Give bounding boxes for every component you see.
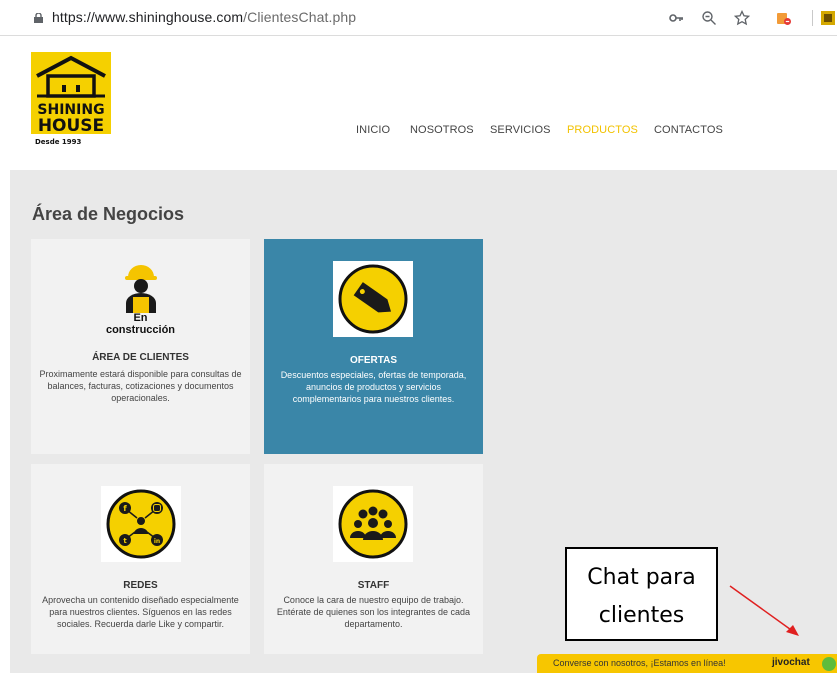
lock-icon bbox=[34, 13, 43, 23]
badge-line1: En bbox=[133, 312, 148, 324]
url-path: /ClientesChat.php bbox=[243, 9, 357, 25]
annotation-line1: Chat para bbox=[587, 565, 696, 590]
chat-brand: jivochat bbox=[772, 657, 810, 668]
toolbar-divider bbox=[812, 10, 813, 26]
key-icon[interactable] bbox=[668, 10, 684, 26]
page-title: Área de Negocios bbox=[32, 204, 185, 224]
url-host: https://www.shininghouse.com bbox=[52, 9, 244, 25]
card-text: Descuentos especiales, ofertas de tempor… bbox=[280, 370, 467, 404]
card-redes[interactable]: f t in REDES Aprovecha un contenido dise… bbox=[31, 464, 250, 654]
card-image bbox=[333, 261, 413, 337]
card-text: Proximamente estará disponible para cons… bbox=[39, 369, 242, 403]
card-ofertas[interactable]: OFERTAS Descuentos especiales, ofertas d… bbox=[264, 239, 483, 454]
nav-item-contactos[interactable]: CONTACTOS bbox=[654, 124, 723, 136]
team-icon bbox=[338, 489, 408, 559]
nav-item-inicio[interactable]: INICIO bbox=[356, 124, 390, 136]
svg-text:f: f bbox=[123, 504, 127, 513]
star-icon[interactable] bbox=[734, 10, 750, 26]
nav-item-servicios[interactable]: SERVICIOS bbox=[490, 124, 551, 136]
card-area-clientes[interactable]: En construcción ÁREA DE CLIENTES Proxima… bbox=[31, 239, 250, 454]
card-text: Aprovecha un contenido diseñado especial… bbox=[42, 595, 239, 629]
card-title: OFERTAS bbox=[349, 355, 398, 366]
browser-address-bar: https://www.shininghouse.com/ClientesCha… bbox=[0, 0, 837, 36]
extension-icon[interactable] bbox=[776, 10, 792, 26]
card-text: Conoce la cara de nuestro equipo de trab… bbox=[276, 595, 471, 629]
tag-icon bbox=[338, 264, 408, 334]
card-title: STAFF bbox=[357, 580, 390, 591]
card-title: REDES bbox=[123, 580, 158, 591]
url-field[interactable]: https://www.shininghouse.com/ClientesCha… bbox=[52, 9, 356, 25]
svg-text:in: in bbox=[154, 538, 160, 545]
logo-line2: HOUSE bbox=[38, 116, 104, 136]
nav-item-nosotros[interactable]: NOSOTROS bbox=[410, 124, 474, 136]
badge-line2: construcción bbox=[105, 324, 176, 336]
zoom-icon[interactable] bbox=[701, 10, 717, 26]
card-image bbox=[333, 486, 413, 562]
extension-icon-2[interactable] bbox=[820, 10, 836, 26]
annotation-line2: clientes bbox=[598, 603, 685, 628]
annotation-arrow bbox=[729, 585, 799, 636]
chat-message: Converse con nosotros, ¡Estamos en línea… bbox=[553, 658, 726, 668]
annotation-box: Chat para clientes bbox=[565, 547, 718, 641]
logo-since: Desde 1993 bbox=[35, 138, 82, 146]
chat-widget-bar[interactable]: Converse con nosotros, ¡Estamos en línea… bbox=[537, 654, 837, 673]
card-title: ÁREA DE CLIENTES bbox=[92, 352, 189, 363]
card-image: f t in bbox=[101, 486, 181, 562]
worker-icon bbox=[114, 259, 168, 313]
chat-status-icon bbox=[822, 657, 836, 671]
site-logo[interactable]: SHINING HOUSE Desde 1993 bbox=[31, 52, 111, 146]
nav-item-productos[interactable]: PRODUCTOS bbox=[567, 124, 638, 136]
social-network-icon: f t in bbox=[106, 489, 176, 559]
card-staff[interactable]: STAFF Conoce la cara de nuestro equipo d… bbox=[264, 464, 483, 654]
